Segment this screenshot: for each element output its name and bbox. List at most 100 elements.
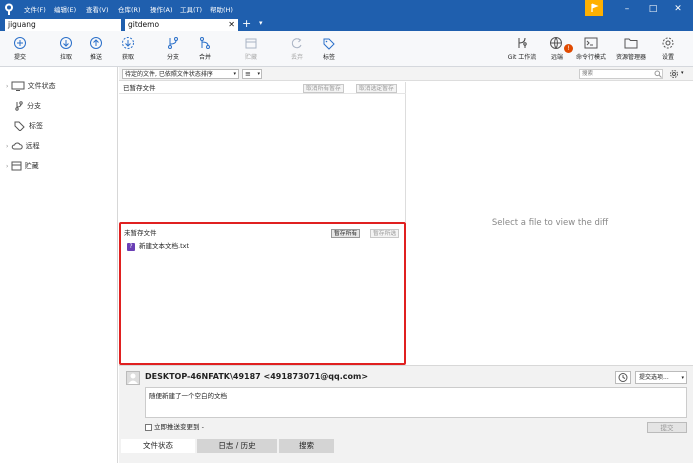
sidebar-item-label: 贮藏 [24,162,39,170]
push-immediately-label: 立即推送变更到 - [154,423,204,431]
user-avatar-icon [128,373,138,384]
tag-icon [323,38,335,50]
fetch-dashed-arrow-icon [122,37,134,49]
notification-flag-button[interactable] [585,0,603,16]
maximize-button[interactable]: □ [641,0,665,18]
menu-tools[interactable]: 工具(T) [180,4,202,14]
stash-box-icon [11,161,22,171]
sort-dropdown[interactable]: 待定的文件, 已依照文件状态排序 ▾ [122,69,239,79]
sidebar-item-branches[interactable]: 分支 [14,99,41,113]
discard-undo-icon [291,38,302,49]
sidebar-item-tags[interactable]: 标签 [14,119,43,133]
stage-selected-button[interactable]: 暂存所选 [370,229,400,238]
cloud-icon [11,142,23,150]
fetch-label: 获取 [121,54,134,61]
commit-button[interactable]: 提交 [0,34,40,64]
commit-author: DESKTOP-46NFATK\49187 <491873071@qq.com> [145,372,369,381]
chevron-right-icon: › [6,83,9,90]
tab-gitdemo[interactable]: gitdemo ✕ [125,19,238,31]
sort-dropdown-label: 待定的文件, 已依照文件状态排序 [125,71,213,78]
chevron-down-icon: ▾ [233,71,236,77]
branch-icon [168,37,178,49]
tag-icon [14,121,25,132]
file-name: 新建文本文档.txt [139,242,190,250]
fetch-button[interactable]: 获取 [108,34,148,64]
sidebar-item-label: 标签 [29,122,43,130]
stage-all-button[interactable]: 暂存所有 [331,229,361,238]
title-bar: 文件(F) 编辑(E) 查看(V) 仓库(R) 操作(A) 工具(T) 帮助(H… [0,0,693,18]
sidebar-item-label: 远程 [25,142,40,150]
diff-pane: Select a file to view the diff [407,82,693,365]
git-flow-button[interactable]: Git 工作流 [502,34,542,64]
sidebar-item-file-status[interactable]: › 文件状态 [6,79,56,93]
unstage-all-button[interactable]: 取消所有暂存 [303,84,344,93]
tag-button[interactable]: 标签 [309,34,349,64]
explorer-button[interactable]: 资源管理器 [611,34,651,64]
sidebar-item-stashes[interactable]: › 贮藏 [6,159,39,173]
commit-label: 提交 [13,54,26,61]
gear-icon [662,37,674,49]
search-icon [654,70,662,78]
menu-file[interactable]: 文件(F) [24,4,46,14]
list-view-icon: ≡ [245,70,251,78]
merge-icon [200,37,210,49]
git-flow-icon [518,37,527,48]
stash-button[interactable]: 贮藏 [231,34,271,64]
tab-file-status[interactable]: 文件状态 [121,439,195,453]
tab-gitdemo-label: gitdemo [128,20,160,29]
menu-repository[interactable]: 仓库(R) [118,4,141,14]
new-tab-button[interactable]: + [242,17,251,30]
push-up-arrow-icon [90,37,102,49]
gear-icon[interactable] [669,69,679,79]
sourcetree-logo-icon [5,3,13,15]
push-immediately-checkbox[interactable] [145,423,152,431]
menu-actions[interactable]: 操作(A) [150,4,173,14]
sidebar-item-remotes[interactable]: › 远程 [6,139,40,153]
avatar [126,371,140,385]
sidebar: › 文件状态 分支 标签 › 远程 › 贮藏 [0,67,118,463]
view-mode-dropdown[interactable]: ≡ ▾ [242,69,262,79]
settings-label: 设置 [661,54,674,61]
merge-button[interactable]: 合并 [185,34,225,64]
terminal-icon [584,37,598,49]
push-immediately-option[interactable]: 立即推送变更到 - [145,423,204,431]
tab-log-history[interactable]: 日志 / 历史 [197,439,277,453]
menu-help[interactable]: 帮助(H) [210,4,233,14]
commit-history-button[interactable] [615,371,631,384]
commit-plus-icon [14,37,26,49]
unstage-selected-button[interactable]: 取消选定暂存 [356,84,397,93]
main-toolbar: 提交 拉取 推送 获取 分支 合并 贮藏 丢弃 标签 Git 工作流 ! 远端 [0,31,693,67]
chevron-down-icon: ▾ [257,71,260,77]
folder-icon [624,38,638,49]
search-input[interactable] [579,69,663,79]
close-window-button[interactable]: ✕ [666,0,690,18]
menu-edit[interactable]: 编辑(E) [54,4,76,14]
staged-pane: 已暂存文件 取消所有暂存 取消选定暂存 [119,82,406,222]
list-item[interactable]: ? 新建文本文档.txt [127,241,189,252]
commit-options-dropdown[interactable]: 提交选项... ▾ [635,371,687,384]
settings-chevron-down-icon[interactable]: ▾ [681,70,684,76]
explorer-label: 资源管理器 [615,54,646,61]
repo-tab-strip: jiguang gitdemo ✕ + ▾ [0,17,693,31]
minimize-button[interactable]: – [615,0,639,18]
tab-dropdown-button[interactable]: ▾ [259,19,263,27]
menu-view[interactable]: 查看(V) [86,4,109,14]
commit-message-input[interactable]: 随便新建了一个空白的文档 [145,387,687,418]
diff-placeholder: Select a file to view the diff [491,218,609,228]
commit-options-label: 提交选项... [639,374,669,381]
chevron-right-icon: › [6,163,9,170]
tab-jiguang[interactable]: jiguang [5,19,121,31]
settings-button[interactable]: 设置 [648,34,688,64]
close-tab-icon[interactable]: ✕ [228,19,235,31]
chevron-right-icon: › [6,143,9,150]
commit-area: DESKTOP-46NFATK\49187 <491873071@qq.com>… [119,365,693,463]
unstaged-pane: 未暂存文件 暂存所有 暂存所选 ? 新建文本文档.txt [119,222,406,365]
terminal-label: 命令行模式 [575,54,606,61]
tab-search[interactable]: 搜索 [279,439,334,453]
pull-down-arrow-icon [60,37,72,49]
tag-label: 标签 [322,54,335,61]
branch-icon [15,101,23,111]
commit-submit-button[interactable]: 提交 [647,422,687,433]
terminal-button[interactable]: 命令行模式 [571,34,611,64]
unstaged-title: 未暂存文件 [124,229,157,237]
